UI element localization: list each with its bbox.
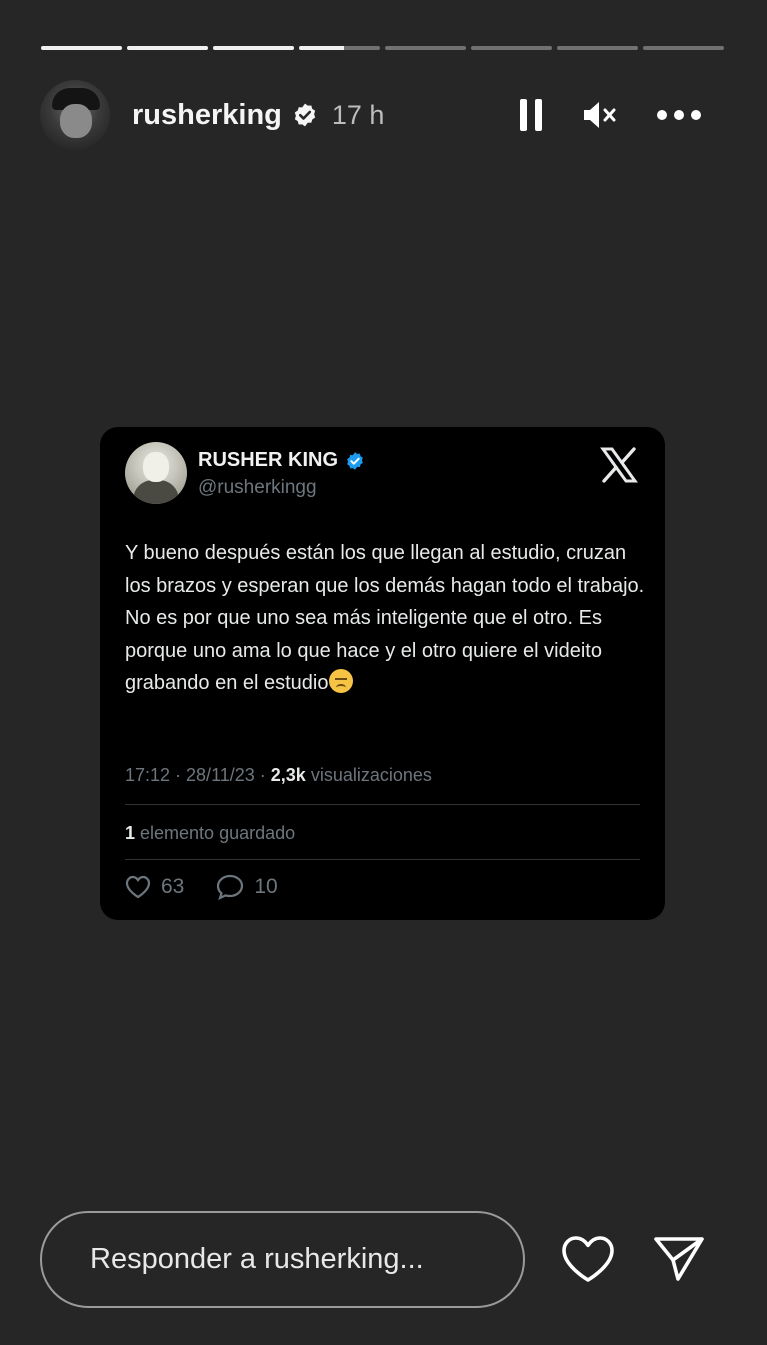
reply-action[interactable]: 10 bbox=[216, 874, 278, 900]
comment-bubble-icon bbox=[217, 874, 244, 900]
reply-count: 10 bbox=[254, 875, 278, 898]
views-count: 2,3k bbox=[270, 765, 306, 785]
saved-label: elemento guardado bbox=[135, 823, 296, 843]
progress-segment bbox=[385, 46, 466, 50]
avatar[interactable] bbox=[40, 80, 110, 150]
username[interactable]: rusherking bbox=[132, 99, 282, 132]
header-actions bbox=[518, 97, 702, 133]
progress-segment bbox=[41, 46, 122, 50]
views-label: visualizaciones bbox=[305, 765, 432, 785]
pause-icon[interactable] bbox=[518, 97, 544, 133]
tweet-saved: 1 elemento guardado bbox=[125, 823, 295, 844]
tweet-card[interactable]: RUSHER KING @rusherkingg Y bueno después… bbox=[100, 427, 665, 920]
like-count: 63 bbox=[161, 875, 185, 898]
tweet-avatar bbox=[125, 442, 187, 504]
story-time: 17 h bbox=[331, 99, 385, 130]
x-logo-icon bbox=[599, 445, 639, 485]
tweet-actions: 63 10 bbox=[125, 874, 278, 900]
disappointed-face-icon bbox=[328, 669, 353, 693]
like-action[interactable]: 63 bbox=[125, 875, 184, 899]
like-heart-icon bbox=[125, 875, 151, 899]
tweet-body: Y bueno después están los que llegan al … bbox=[125, 542, 645, 694]
divider bbox=[125, 859, 640, 860]
progress-segment bbox=[643, 46, 724, 50]
progress-segment bbox=[127, 46, 208, 50]
progress-segment-current bbox=[299, 46, 380, 50]
story-progress bbox=[41, 46, 724, 50]
saved-count: 1 bbox=[125, 823, 136, 843]
heart-icon[interactable] bbox=[560, 1234, 616, 1286]
story-header: rusherking 17 h bbox=[40, 80, 724, 150]
tweet-text: Y bueno después están los que llegan al … bbox=[125, 537, 645, 700]
verified-badge-icon bbox=[345, 451, 365, 471]
tweet-timestamp: 17:12 · 28/11/23 · bbox=[125, 765, 271, 785]
tweet-meta: 17:12 · 28/11/23 · 2,3k visualizaciones bbox=[125, 765, 432, 786]
progress-segment bbox=[213, 46, 294, 50]
progress-segment bbox=[557, 46, 638, 50]
more-icon[interactable] bbox=[656, 109, 702, 121]
verified-icon bbox=[292, 102, 318, 128]
reply-input[interactable]: Responder a rusherking... bbox=[40, 1211, 525, 1308]
send-icon[interactable] bbox=[651, 1233, 707, 1285]
progress-segment bbox=[471, 46, 552, 50]
divider bbox=[125, 804, 640, 805]
tweet-handle: @rusherkingg bbox=[198, 477, 317, 498]
reply-placeholder: Responder a rusherking... bbox=[90, 1243, 424, 1275]
mute-icon[interactable] bbox=[582, 99, 618, 131]
tweet-author-name: RUSHER KING bbox=[198, 449, 365, 472]
tweet-author-label: RUSHER KING bbox=[198, 449, 339, 471]
story-viewer: rusherking 17 h RUSHER KING @rusherkingg… bbox=[0, 0, 767, 1345]
